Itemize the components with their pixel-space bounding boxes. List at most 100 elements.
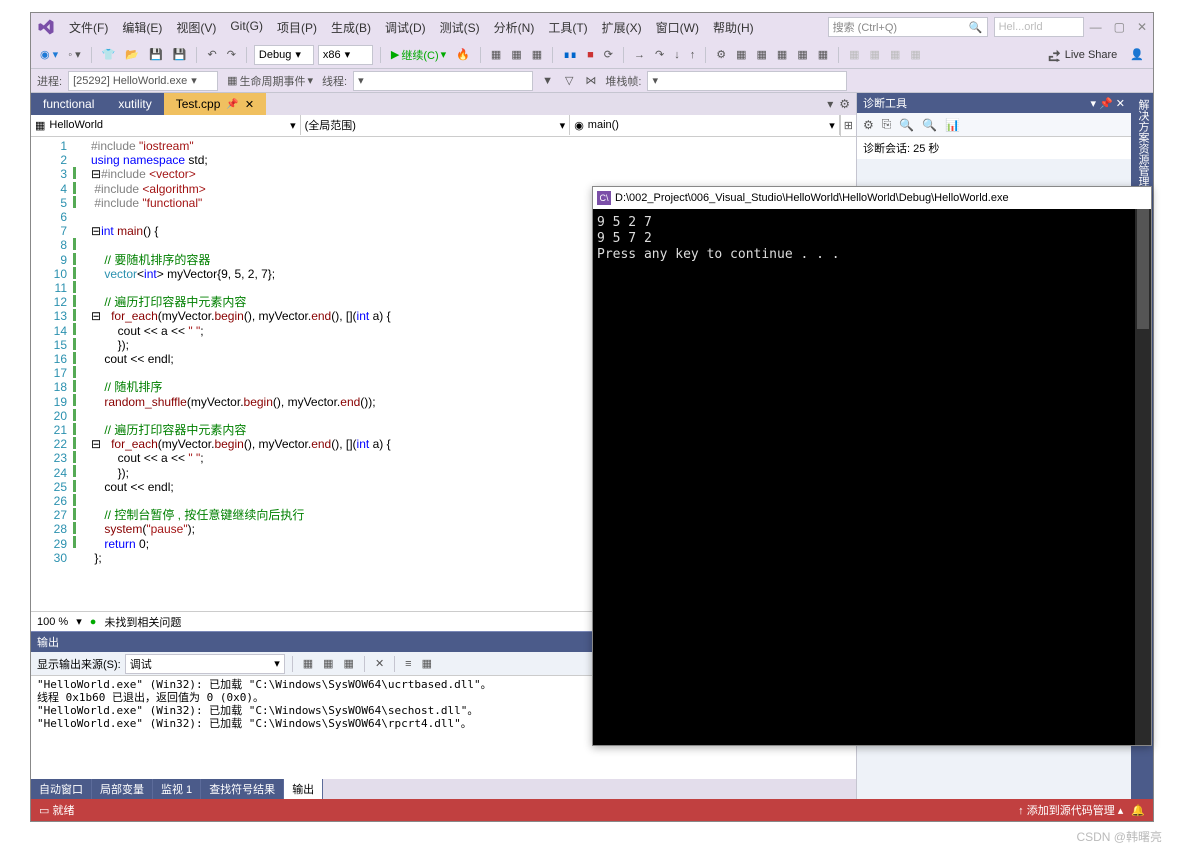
hot-reload-icon[interactable]: 🔥 <box>453 46 473 63</box>
save-icon[interactable]: 💾 <box>146 46 166 63</box>
ok-icon: ● <box>90 616 97 628</box>
navigation-bar: ▦ HelloWorld▾ (全局范围)▾ ◉ main()▾ ⊞ <box>31 115 856 137</box>
menu-item[interactable]: 扩展(X) <box>596 16 648 39</box>
minimize-icon[interactable]: — <box>1090 20 1102 34</box>
tb-icon[interactable]: ▦ <box>419 655 435 672</box>
process-combo[interactable]: [25292] HelloWorld.exe▾ <box>68 71 218 91</box>
tb-icon[interactable]: ▦ <box>754 46 770 63</box>
close-icon[interactable]: ✕ <box>1137 20 1147 34</box>
chart-icon[interactable]: 📊 <box>945 118 960 132</box>
step-over-icon[interactable]: ↷ <box>652 46 667 63</box>
zoom-in-icon[interactable]: 🔍 <box>899 118 914 132</box>
issues-text: 未找到相关问题 <box>104 614 181 630</box>
save-all-icon[interactable]: 💾 <box>170 46 190 63</box>
restart-icon[interactable]: ⟳ <box>601 46 616 63</box>
tb-icon[interactable]: ▦ <box>794 46 810 63</box>
tb-icon[interactable]: ⚙ <box>713 46 729 63</box>
tb-icon[interactable]: ▦ <box>733 46 749 63</box>
tab-dropdown-icon[interactable]: ▾ <box>827 97 833 111</box>
account-icon[interactable]: 👤 <box>1127 46 1147 63</box>
console-scrollbar[interactable] <box>1135 209 1151 745</box>
editor-tab[interactable]: functional <box>31 93 106 115</box>
stackframe-label: 堆栈帧: <box>605 73 641 89</box>
live-share-button[interactable]: Live Share <box>1047 48 1118 62</box>
tb-icon[interactable]: ⋈ <box>582 72 599 89</box>
menu-item[interactable]: 项目(P) <box>271 16 323 39</box>
bottom-tab[interactable]: 局部变量 <box>92 779 153 799</box>
step-icon[interactable]: → <box>631 47 648 63</box>
nav-back-icon[interactable]: ◉ ▾ <box>37 46 61 63</box>
step-out-icon[interactable]: ↑ <box>687 47 699 63</box>
config-combo[interactable]: Debug▾ <box>254 45 314 65</box>
stackframe-combo[interactable]: ▾ <box>647 71 847 91</box>
tb-icon[interactable]: ▦ <box>887 46 903 63</box>
bottom-tab[interactable]: 监视 1 <box>153 779 201 799</box>
lifecycle-icon[interactable]: ▦ 生命周期事件 ▾ <box>224 71 316 91</box>
console-titlebar[interactable]: C\ D:\002_Project\006_Visual_Studio\Hell… <box>593 187 1151 209</box>
editor-tab[interactable]: Test.cpp 📌 ✕ <box>164 93 266 115</box>
new-file-icon[interactable]: 👕 <box>99 46 119 63</box>
bottom-tab[interactable]: 自动窗口 <box>31 779 92 799</box>
diag-icon[interactable]: ⚙ <box>863 118 874 132</box>
tb-icon[interactable]: ▦ <box>907 46 923 63</box>
menu-item[interactable]: 分析(N) <box>488 16 541 39</box>
tb-icon[interactable]: ▦ <box>300 655 316 672</box>
undo-icon[interactable]: ↶ <box>204 46 219 63</box>
platform-combo[interactable]: x86▾ <box>318 45 373 65</box>
diag-icon[interactable]: ⎘ <box>882 117 892 132</box>
menu-item[interactable]: 帮助(H) <box>707 16 760 39</box>
tb-icon[interactable]: ▦ <box>529 46 545 63</box>
nav-fwd-icon[interactable]: ◦ ▾ <box>65 46 83 63</box>
tb-icon[interactable]: ▦ <box>341 655 357 672</box>
menu-item[interactable]: 文件(F) <box>63 16 114 39</box>
menu-item[interactable]: Git(G) <box>224 16 269 39</box>
solution-name: Hel...orld <box>994 17 1084 37</box>
wrap-icon[interactable]: ≡ <box>402 656 414 672</box>
menu-item[interactable]: 生成(B) <box>325 16 377 39</box>
tb-icon[interactable]: ▦ <box>846 46 862 63</box>
zoom-out-icon[interactable]: 🔍 <box>922 118 937 132</box>
bell-icon[interactable]: 🔔 <box>1131 804 1145 817</box>
menu-item[interactable]: 工具(T) <box>542 16 593 39</box>
tb-icon[interactable]: ▦ <box>488 46 504 63</box>
nav-split-icon[interactable]: ⊞ <box>840 115 856 136</box>
tb-icon[interactable]: ▦ <box>320 655 336 672</box>
menu-item[interactable]: 编辑(E) <box>116 16 168 39</box>
nav-scope3[interactable]: ◉ main()▾ <box>570 115 840 135</box>
menu-item[interactable]: 窗口(W) <box>650 16 705 39</box>
scm-button[interactable]: ↑ 添加到源代码管理 ▴ <box>1018 802 1123 818</box>
menu-item[interactable]: 调试(D) <box>379 16 432 39</box>
maximize-icon[interactable]: ▢ <box>1114 20 1125 34</box>
tb-icon[interactable]: ▦ <box>815 46 831 63</box>
menu-item[interactable]: 测试(S) <box>434 16 486 39</box>
open-file-icon[interactable]: 📂 <box>122 46 142 63</box>
nav-scope1[interactable]: ▦ HelloWorld▾ <box>31 115 301 135</box>
search-input[interactable]: 搜索 (Ctrl+Q) 🔍 <box>828 17 988 37</box>
console-icon: C\ <box>597 191 611 205</box>
console-output: 9 5 2 7 9 5 7 2 Press any key to continu… <box>593 209 1151 745</box>
tb-icon[interactable]: ▽ <box>562 72 576 89</box>
continue-button[interactable]: ▶ 继续(C) ▾ <box>388 45 449 65</box>
output-source-combo[interactable]: 调试▾ <box>125 654 285 674</box>
stop-icon[interactable]: ■ <box>584 47 597 63</box>
bottom-tab[interactable]: 查找符号结果 <box>201 779 284 799</box>
thread-label: 线程: <box>322 73 347 89</box>
tb-icon[interactable]: ▦ <box>774 46 790 63</box>
toolbar-main: ◉ ▾ ◦ ▾ 👕 📂 💾 💾 ↶ ↷ Debug▾ x86▾ ▶ 继续(C) … <box>31 41 1153 69</box>
tb-icon[interactable]: ▼ <box>539 73 556 89</box>
redo-icon[interactable]: ↷ <box>224 46 239 63</box>
menu-item[interactable]: 视图(V) <box>170 16 222 39</box>
clear-icon[interactable]: ✕ <box>372 655 387 672</box>
tb-icon[interactable]: ▦ <box>867 46 883 63</box>
bottom-tab[interactable]: 输出 <box>284 779 323 799</box>
nav-scope2[interactable]: (全局范围)▾ <box>301 115 571 135</box>
thread-combo[interactable]: ▾ <box>353 71 533 91</box>
vs-logo-icon <box>37 18 55 36</box>
zoom-level[interactable]: 100 % <box>37 616 68 628</box>
tb-icon[interactable]: ▦ <box>508 46 524 63</box>
step-into-icon[interactable]: ↓ <box>671 47 683 63</box>
editor-tab[interactable]: xutility <box>106 93 163 115</box>
pause-icon[interactable]: ∎∎ <box>560 46 580 63</box>
editor-tabs: functionalxutilityTest.cpp 📌 ✕ ▾ ⚙ <box>31 93 856 115</box>
tab-settings-icon[interactable]: ⚙ <box>839 97 850 111</box>
